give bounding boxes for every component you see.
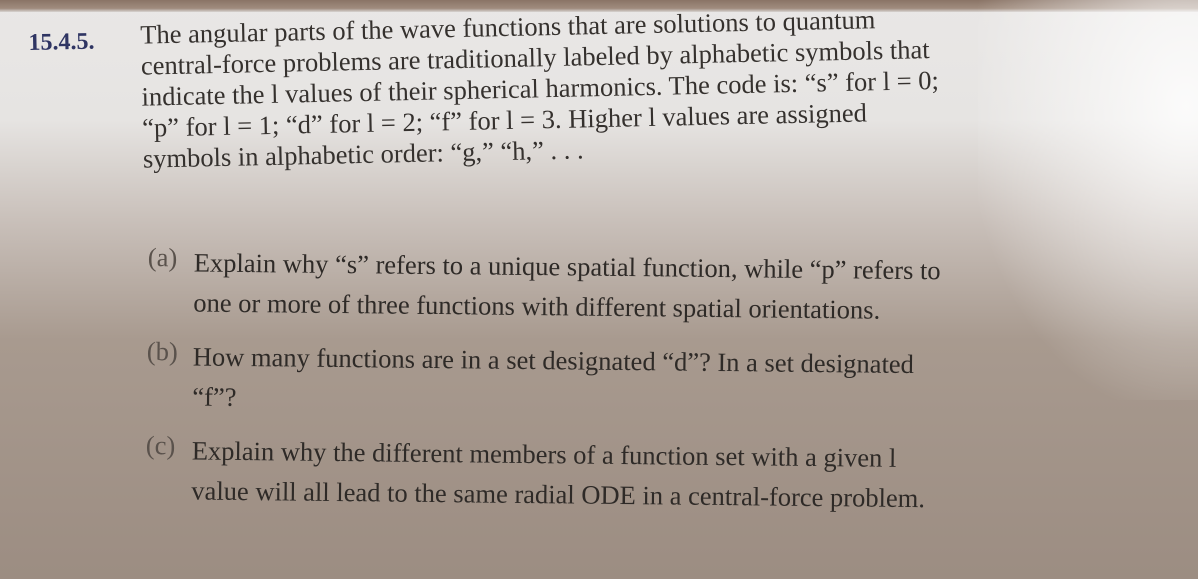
part-c: (c) Explain why the different members of…	[145, 430, 1166, 521]
problem-number: 15.4.5.	[28, 28, 95, 56]
part-label: (a)	[147, 242, 178, 273]
part-label: (c)	[145, 429, 176, 461]
part-b: (b) How many functions are in a set desi…	[146, 336, 1167, 427]
part-label: (b)	[146, 335, 178, 367]
problem-body: The angular parts of the wave functions …	[140, 0, 1191, 175]
problem-parts: (a) Explain why “s” refers to a unique s…	[145, 242, 1168, 535]
problem-statement: 15.4.5. The angular parts of the wave fu…	[28, 0, 1191, 177]
part-a: (a) Explain why “s” refers to a unique s…	[147, 242, 1168, 333]
